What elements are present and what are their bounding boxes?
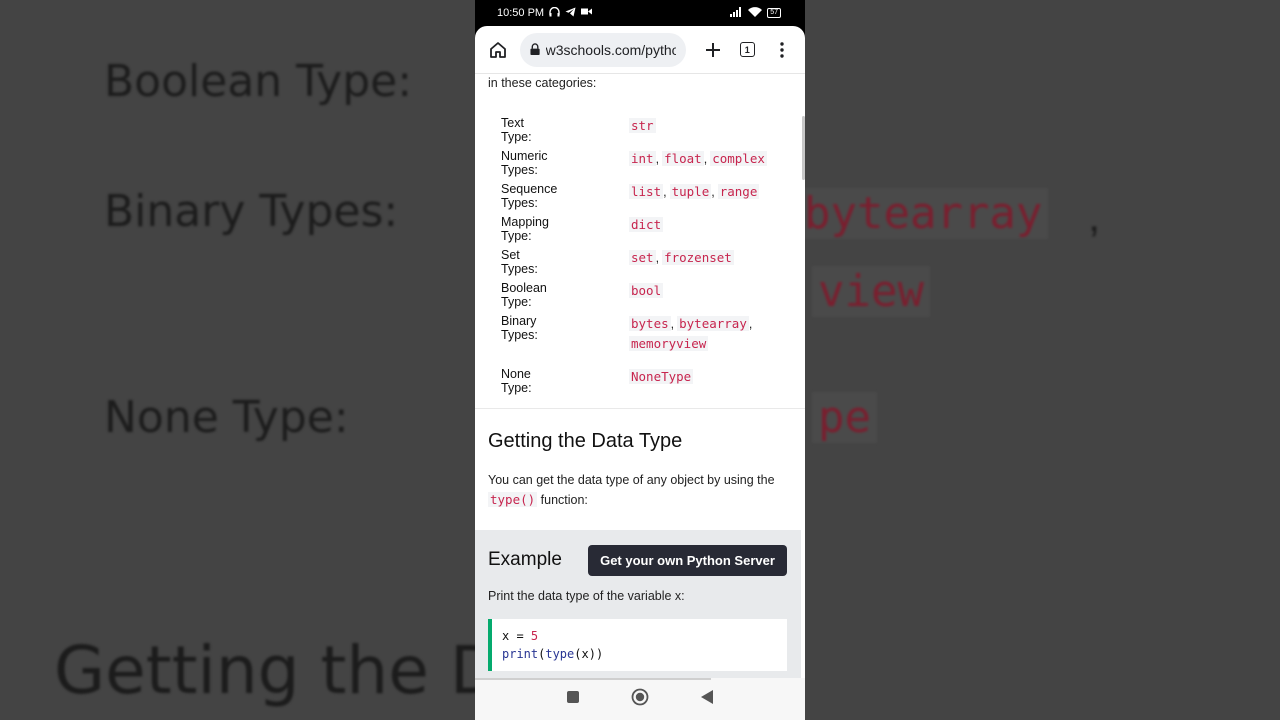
wifi-icon <box>748 6 763 20</box>
url-text: w3schools.com/python <box>545 41 676 58</box>
type-values: str <box>629 118 656 133</box>
horizontal-scrollbar <box>475 678 711 680</box>
example-box: Example Get your own Python Server Print… <box>475 530 801 678</box>
bg-code-view: view <box>812 266 930 317</box>
type-label: Set Types: <box>501 248 538 276</box>
address-bar[interactable]: w3schools.com/python <box>519 32 686 67</box>
bg-code-pe: pe <box>812 392 877 443</box>
vertical-scrollbar[interactable] <box>802 116 805 180</box>
type-label: Sequence Types: <box>501 182 558 210</box>
page-content[interactable]: in these categories: Text Type: str Nume… <box>475 74 805 678</box>
recents-icon[interactable] <box>566 690 579 708</box>
intro-text: in these categories: <box>488 76 597 90</box>
more-menu-icon[interactable] <box>769 36 796 64</box>
type-label: Text Type: <box>501 116 532 144</box>
type-label: Mapping Type: <box>501 215 549 243</box>
new-tab-icon[interactable] <box>700 36 727 64</box>
type-values: list, tuple, range <box>629 184 760 199</box>
type-values: set, frozenset <box>629 250 734 265</box>
video-icon <box>581 7 593 19</box>
bg-comma: , <box>1088 192 1101 241</box>
bg-heading: Getting the D <box>54 632 501 709</box>
code-line: x = 5 <box>502 629 539 643</box>
bg-boolean-type: Boolean Type: <box>104 56 413 107</box>
battery-icon: 57 <box>767 8 781 18</box>
section-heading: Getting the Data Type <box>488 430 683 452</box>
status-bar: 10:50 PM 57 <box>475 0 805 26</box>
type-label: Boolean Type: <box>501 281 547 309</box>
code-block[interactable]: x = 5 print(type(x)) <box>488 619 787 671</box>
code-line: print(type(x)) <box>502 647 604 661</box>
type-values: int, float, complex <box>629 151 767 166</box>
phone-screen: 10:50 PM 57 w3schools.com/python 1 in th… <box>475 0 805 720</box>
bg-code-bytearray: bytearray <box>798 188 1049 239</box>
get-python-server-button[interactable]: Get your own Python Server <box>588 545 787 576</box>
home-icon[interactable] <box>485 36 512 64</box>
lock-icon <box>529 43 540 56</box>
example-description: Print the data type of the variable x: <box>488 589 685 603</box>
back-icon[interactable] <box>700 689 714 709</box>
telegram-icon <box>565 7 576 20</box>
system-navigation-bar <box>475 678 805 720</box>
type-label: Binary Types: <box>501 314 538 342</box>
bg-binary-types: Binary Types: <box>104 186 399 237</box>
type-label: Numeric Types: <box>501 149 548 177</box>
headphones-icon <box>549 6 560 20</box>
browser-toolbar: w3schools.com/python 1 <box>475 26 805 74</box>
type-values: bool <box>629 283 664 298</box>
tab-count: 1 <box>739 42 755 57</box>
section-divider <box>475 408 805 409</box>
status-time: 10:50 PM <box>497 7 545 19</box>
inline-code: type() <box>488 492 538 507</box>
home-nav-icon[interactable] <box>631 688 649 711</box>
type-values: dict <box>629 217 664 232</box>
type-values: bytes, bytearray, memoryview <box>629 316 753 351</box>
bg-none-type: None Type: <box>104 392 349 443</box>
section-paragraph: You can get the data type of any object … <box>488 473 775 507</box>
signal-icon <box>730 6 743 20</box>
example-title: Example <box>488 549 562 570</box>
type-values: NoneType <box>629 369 694 384</box>
type-label: None Type: <box>501 367 532 395</box>
tab-switcher-button[interactable]: 1 <box>734 36 761 64</box>
